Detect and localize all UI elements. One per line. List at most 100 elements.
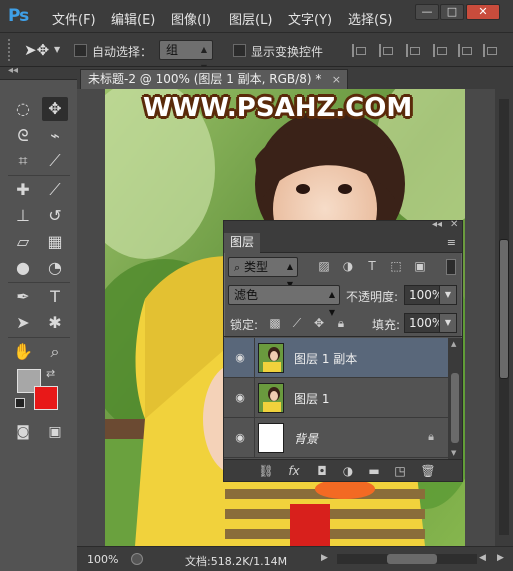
panel-title-bar[interactable]: ◂◂ ✕ xyxy=(224,219,462,233)
pen-tool-icon[interactable]: ✒ xyxy=(10,285,36,309)
default-colors-icon[interactable] xyxy=(15,398,25,408)
crop-tool-icon[interactable]: ⌗ xyxy=(10,149,36,173)
horizontal-scroll-thumb[interactable] xyxy=(387,554,437,564)
document-tab[interactable]: 未标题-2 @ 100% (图层 1 副本, RGB/8) * × xyxy=(80,69,348,89)
vertical-scrollbar[interactable] xyxy=(495,89,513,546)
align-top-icon[interactable] xyxy=(433,44,447,57)
add-mask-icon[interactable]: ◘ xyxy=(314,463,330,479)
move-tool-icon[interactable]: ✥ xyxy=(42,97,68,121)
scroll-thumb[interactable] xyxy=(451,373,459,443)
auto-select-checkbox[interactable] xyxy=(74,44,87,57)
visibility-eye-icon[interactable]: ◉ xyxy=(232,350,248,366)
adjustment-layer-icon[interactable]: ◑ xyxy=(340,463,356,479)
align-middle-icon[interactable] xyxy=(458,44,472,57)
layer-row[interactable]: ◉ 背景 🔒︎ xyxy=(224,418,448,458)
opacity-input[interactable]: 100% xyxy=(404,285,443,305)
layer-name[interactable]: 图层 1 副本 xyxy=(294,350,357,367)
lock-position-icon[interactable]: ✥ xyxy=(312,316,326,330)
path-select-tool-icon[interactable]: ➤ xyxy=(10,311,36,335)
toolbox-header[interactable]: ◂◂ xyxy=(0,65,77,80)
maximize-button[interactable]: □ xyxy=(440,4,464,20)
zoom-tool-icon[interactable]: ⌕ xyxy=(42,340,68,364)
lasso-tool-icon[interactable]: ᘓ xyxy=(10,124,36,148)
history-brush-tool-icon[interactable]: ↺ xyxy=(42,204,68,228)
menu-select[interactable]: 选择(S) xyxy=(348,9,392,28)
status-menu-arrow-icon[interactable]: ▶ xyxy=(321,553,328,563)
eyedropper-tool-icon[interactable]: ⟋ xyxy=(42,149,68,173)
type-filter-icon[interactable]: T xyxy=(364,258,380,274)
menu-file[interactable]: 文件(F) xyxy=(52,9,96,28)
link-layers-icon[interactable]: ⛓︎ xyxy=(258,463,274,479)
scroll-down-icon[interactable]: ▼ xyxy=(451,449,456,457)
menu-layer[interactable]: 图层(L) xyxy=(229,9,272,28)
tab-layers[interactable]: 图层 xyxy=(224,233,260,253)
close-button[interactable]: ✕ xyxy=(466,4,500,20)
quick-mask-tool-icon[interactable]: ◙ xyxy=(10,420,36,444)
marquee-tool-icon[interactable]: ◌ xyxy=(10,97,36,121)
filter-toggle[interactable] xyxy=(446,259,456,275)
adjustment-filter-icon[interactable]: ◑ xyxy=(340,258,356,274)
scroll-right-icon[interactable]: ▶ xyxy=(497,553,504,563)
minimize-button[interactable]: — xyxy=(415,4,439,20)
panel-menu-icon[interactable]: ≡ xyxy=(447,236,456,249)
lock-image-pixels-icon[interactable]: ⟋ xyxy=(290,316,304,330)
layer-list-scrollbar[interactable]: ▲ ▼ xyxy=(448,338,462,459)
align-left-icon[interactable] xyxy=(352,44,366,57)
move-tool-icon[interactable]: ➤✥ xyxy=(24,41,49,59)
menu-type[interactable]: 文字(Y) xyxy=(288,9,332,28)
share-icon[interactable] xyxy=(131,553,143,565)
align-center-icon[interactable] xyxy=(379,44,393,57)
blur-tool-icon[interactable]: ● xyxy=(10,256,36,280)
smart-object-filter-icon[interactable]: ▣ xyxy=(412,258,428,274)
dodge-tool-icon[interactable]: ◔ xyxy=(42,256,68,280)
zoom-level[interactable]: 100% xyxy=(87,553,118,566)
lock-transparent-pixels-icon[interactable]: ▩ xyxy=(268,316,282,330)
shape-tool-icon[interactable]: ✱ xyxy=(42,311,68,335)
visibility-eye-icon[interactable]: ◉ xyxy=(232,430,248,446)
close-tab-icon[interactable]: × xyxy=(332,70,341,89)
scroll-thumb[interactable] xyxy=(499,239,509,379)
collapse-icon[interactable]: ◂◂ xyxy=(8,65,18,76)
menu-edit[interactable]: 编辑(E) xyxy=(111,9,155,28)
close-panel-icon[interactable]: ✕ xyxy=(450,219,458,230)
new-layer-icon[interactable]: ◳ xyxy=(392,463,408,479)
blend-mode-dropdown[interactable]: 滤色 ▲ ▼ xyxy=(228,285,340,317)
lock-all-icon[interactable]: 🔒︎ xyxy=(334,316,348,330)
auto-select-dropdown[interactable]: 组 ▲▼ xyxy=(159,40,213,72)
screen-mode-tool-icon[interactable]: ▣ xyxy=(42,420,68,444)
shape-filter-icon[interactable]: ⬚ xyxy=(388,258,404,274)
brush-tool-icon[interactable]: ⟋ xyxy=(42,178,68,202)
healing-brush-tool-icon[interactable]: ✚ xyxy=(10,178,36,202)
filter-kind-dropdown[interactable]: ⌕ 类型 ▲▼ xyxy=(228,257,298,289)
layer-lock-icon[interactable]: 🔒︎ xyxy=(428,430,434,444)
hand-tool-icon[interactable]: ✋ xyxy=(10,340,36,364)
layer-name[interactable]: 背景 xyxy=(294,430,318,447)
collapse-panel-icon[interactable]: ◂◂ xyxy=(432,219,442,230)
layer-name[interactable]: 图层 1 xyxy=(294,390,329,407)
visibility-eye-icon[interactable]: ◉ xyxy=(232,390,248,406)
clone-stamp-tool-icon[interactable]: ⊥ xyxy=(10,204,36,228)
background-color-swatch[interactable] xyxy=(34,386,58,410)
scroll-up-icon[interactable]: ▲ xyxy=(451,340,456,348)
eraser-tool-icon[interactable]: ▱ xyxy=(10,230,36,254)
align-right-icon[interactable] xyxy=(406,44,420,57)
show-transform-label: 显示变换控件 xyxy=(251,45,324,59)
menu-image[interactable]: 图像(I) xyxy=(171,9,211,28)
scroll-left-icon[interactable]: ◀ xyxy=(479,553,486,563)
fx-icon[interactable]: fx xyxy=(286,463,302,479)
type-tool-icon[interactable]: T xyxy=(42,285,68,309)
delete-layer-icon[interactable]: 🗑︎ xyxy=(420,463,436,479)
show-transform-checkbox[interactable] xyxy=(233,44,246,57)
new-group-icon[interactable]: ▬ xyxy=(366,463,382,479)
pixel-filter-icon[interactable]: ▨ xyxy=(316,258,332,274)
fill-input[interactable]: 100% xyxy=(404,313,443,333)
quick-select-tool-icon[interactable]: ⌁ xyxy=(42,124,68,148)
tool-preset-arrow-icon[interactable]: ▼ xyxy=(54,45,60,54)
swap-colors-icon[interactable]: ⇄ xyxy=(46,367,55,380)
fill-dropdown-arrow-icon[interactable]: ▼ xyxy=(439,313,457,333)
layer-row[interactable]: ◉ 图层 1 副本 xyxy=(224,338,448,378)
gradient-tool-icon[interactable]: ▦ xyxy=(42,230,68,254)
layer-row[interactable]: ◉ 图层 1 xyxy=(224,378,448,418)
align-bottom-icon[interactable] xyxy=(483,44,497,57)
opacity-dropdown-arrow-icon[interactable]: ▼ xyxy=(439,285,457,305)
